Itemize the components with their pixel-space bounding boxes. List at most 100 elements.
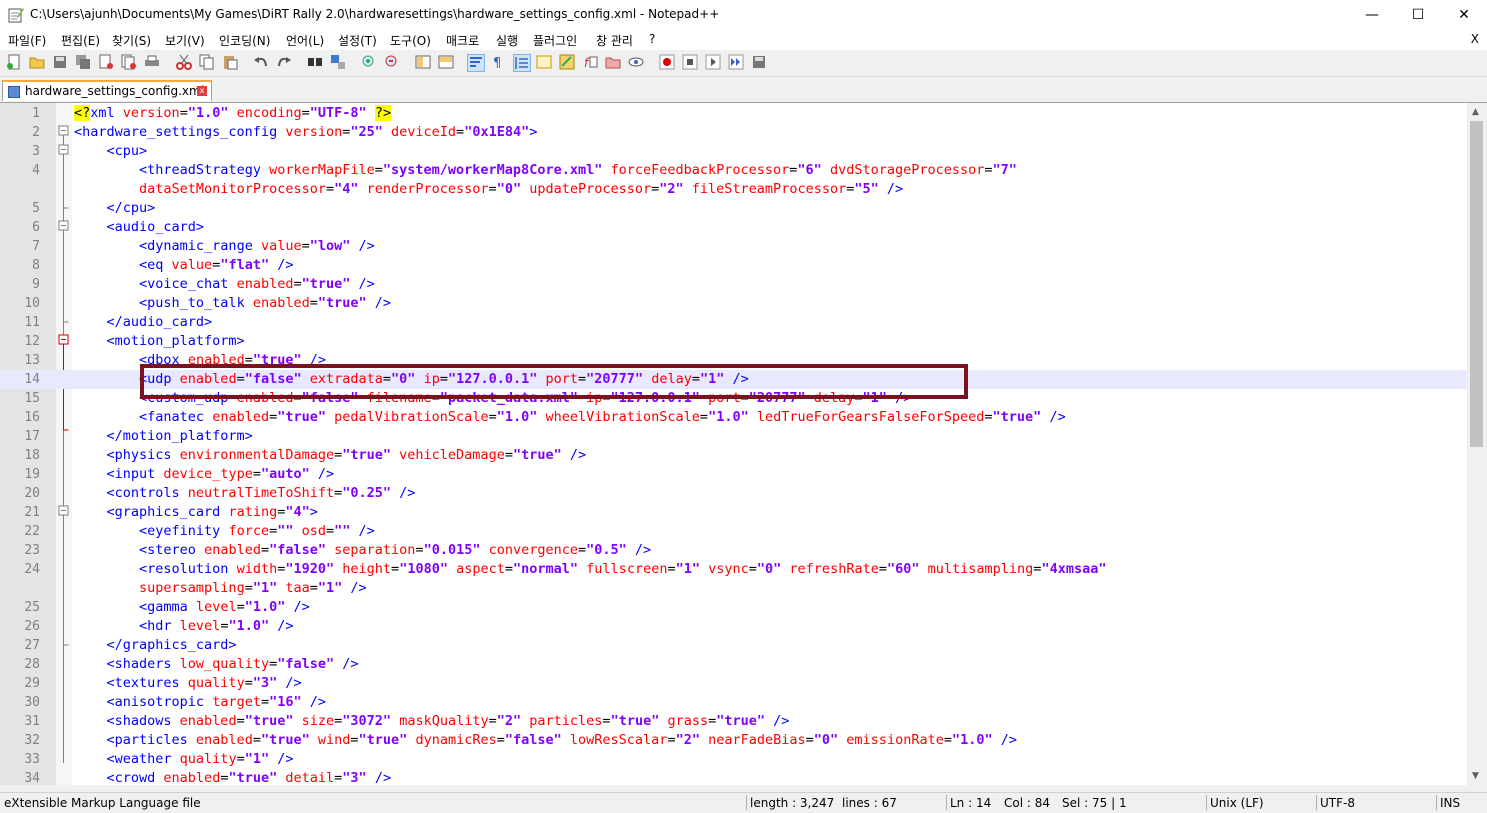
editor-line[interactable]: 3 <cpu> bbox=[0, 142, 1467, 161]
menu-view[interactable]: 보기(V) bbox=[165, 32, 205, 49]
menu-language[interactable]: 언어(L) bbox=[286, 32, 324, 49]
code-text[interactable]: <physics environmentalDamage="true" vehi… bbox=[74, 446, 587, 465]
show-all-characters-icon[interactable]: ¶ bbox=[490, 54, 506, 70]
document-map-icon[interactable] bbox=[559, 54, 575, 70]
editor-line[interactable]: 16 <fanatec enabled="true" pedalVibratio… bbox=[0, 408, 1467, 427]
code-text[interactable]: </motion_platform> bbox=[74, 427, 253, 446]
stop-macro-icon[interactable] bbox=[682, 54, 698, 70]
editor-line[interactable]: 22 <eyefinity force="" osd="" /> bbox=[0, 522, 1467, 541]
editor-line[interactable]: 18 <physics environmentalDamage="true" v… bbox=[0, 446, 1467, 465]
code-text[interactable]: </cpu> bbox=[74, 199, 156, 218]
editor-line[interactable]: 1 <?xml version="1.0" encoding="UTF-8" ?> bbox=[0, 104, 1467, 123]
code-text[interactable]: <crowd enabled="true" detail="3" /> bbox=[74, 769, 392, 785]
folder-workspace-icon[interactable] bbox=[605, 54, 621, 70]
editor-line[interactable]: 33 <weather quality="1" /> bbox=[0, 750, 1467, 769]
indent-guide-icon[interactable] bbox=[513, 54, 531, 72]
save-macro-icon[interactable] bbox=[751, 54, 767, 70]
close-all-icon[interactable] bbox=[121, 54, 137, 70]
editor-line[interactable]: 6 <audio_card> bbox=[0, 218, 1467, 237]
editor-line[interactable]: 12 <motion_platform> bbox=[0, 332, 1467, 351]
code-text[interactable]: <particles enabled="true" wind="true" dy… bbox=[74, 731, 1018, 750]
editor-line[interactable]: 21 <graphics_card rating="4"> bbox=[0, 503, 1467, 522]
editor-line[interactable]: 34 <crowd enabled="true" detail="3" /> bbox=[0, 769, 1467, 785]
editor-line[interactable]: dataSetMonitorProcessor="4" renderProces… bbox=[0, 180, 1467, 199]
code-text[interactable]: <shadows enabled="true" size="3072" mask… bbox=[74, 712, 790, 731]
sync-vertical-icon[interactable] bbox=[415, 54, 431, 70]
code-text[interactable]: <fanatec enabled="true" pedalVibrationSc… bbox=[74, 408, 1066, 427]
sync-horizontal-icon[interactable] bbox=[438, 54, 454, 70]
code-text[interactable]: <controls neutralTimeToShift="0.25" /> bbox=[74, 484, 416, 503]
editor-line[interactable]: 5 </cpu> bbox=[0, 199, 1467, 218]
code-text[interactable]: <textures quality="3" /> bbox=[74, 674, 302, 693]
code-text[interactable]: <threadStrategy workerMapFile="system/wo… bbox=[74, 161, 1017, 180]
zoom-out-icon[interactable] bbox=[384, 54, 400, 70]
code-text[interactable]: <anisotropic target="16" /> bbox=[74, 693, 327, 712]
tab-close-icon[interactable]: x bbox=[197, 86, 207, 96]
print-icon[interactable] bbox=[144, 54, 160, 70]
menu-settings[interactable]: 설정(T) bbox=[338, 32, 377, 49]
code-text[interactable]: <push_to_talk enabled="true" /> bbox=[74, 294, 391, 313]
monitoring-icon[interactable] bbox=[628, 54, 644, 70]
vertical-scrollbar[interactable]: ▲ ▼ bbox=[1467, 103, 1487, 785]
code-text[interactable]: <voice_chat enabled="true" /> bbox=[74, 275, 375, 294]
undo-icon[interactable] bbox=[253, 54, 269, 70]
editor-line[interactable]: 10 <push_to_talk enabled="true" /> bbox=[0, 294, 1467, 313]
minimize-button[interactable]: — bbox=[1349, 0, 1395, 30]
copy-icon[interactable] bbox=[199, 54, 215, 70]
code-text[interactable]: <graphics_card rating="4"> bbox=[74, 503, 318, 522]
editor-line[interactable]: 25 <gamma level="1.0" /> bbox=[0, 598, 1467, 617]
editor-line[interactable]: 7 <dynamic_range value="low" /> bbox=[0, 237, 1467, 256]
code-text[interactable]: </audio_card> bbox=[74, 313, 213, 332]
menu-run[interactable]: 실행 bbox=[496, 32, 518, 49]
code-text[interactable]: <input device_type="auto" /> bbox=[74, 465, 335, 484]
code-text[interactable]: </graphics_card> bbox=[74, 636, 237, 655]
close-document-button[interactable]: X bbox=[1471, 32, 1479, 46]
play-macro-icon[interactable] bbox=[705, 54, 721, 70]
editor-line[interactable]: 28 <shaders low_quality="false" /> bbox=[0, 655, 1467, 674]
code-text[interactable]: <gamma level="1.0" /> bbox=[74, 598, 310, 617]
menu-file[interactable]: 파일(F) bbox=[8, 32, 46, 49]
replace-icon[interactable] bbox=[330, 54, 346, 70]
editor-line[interactable]: 8 <eq value="flat" /> bbox=[0, 256, 1467, 275]
code-text[interactable]: <stereo enabled="false" separation="0.01… bbox=[74, 541, 651, 560]
editor-line[interactable]: 17 </motion_platform> bbox=[0, 427, 1467, 446]
code-text[interactable]: <dynamic_range value="low" /> bbox=[74, 237, 375, 256]
zoom-in-icon[interactable] bbox=[361, 54, 377, 70]
menu-tools[interactable]: 도구(O) bbox=[390, 32, 431, 49]
editor-line[interactable]: 29 <textures quality="3" /> bbox=[0, 674, 1467, 693]
save-icon[interactable] bbox=[52, 54, 68, 70]
horizontal-scrollbar[interactable] bbox=[0, 785, 1487, 792]
save-all-icon[interactable] bbox=[75, 54, 91, 70]
menu-help[interactable]: ? bbox=[649, 32, 655, 46]
cut-icon[interactable] bbox=[176, 54, 192, 70]
editor-line[interactable]: 11 </audio_card> bbox=[0, 313, 1467, 332]
editor-line[interactable]: supersampling="1" taa="1" /> bbox=[0, 579, 1467, 598]
editor-line[interactable]: 20 <controls neutralTimeToShift="0.25" /… bbox=[0, 484, 1467, 503]
editor-line[interactable]: 32 <particles enabled="true" wind="true"… bbox=[0, 731, 1467, 750]
editor-line[interactable]: 31 <shadows enabled="true" size="3072" m… bbox=[0, 712, 1467, 731]
code-text[interactable]: <eyefinity force="" osd="" /> bbox=[74, 522, 375, 541]
redo-icon[interactable] bbox=[276, 54, 292, 70]
menu-edit[interactable]: 편집(E) bbox=[61, 32, 100, 49]
code-text[interactable]: supersampling="1" taa="1" /> bbox=[74, 579, 367, 598]
code-text[interactable]: <hdr level="1.0" /> bbox=[74, 617, 293, 636]
editor-line[interactable]: 9 <voice_chat enabled="true" /> bbox=[0, 275, 1467, 294]
scrollbar-thumb[interactable] bbox=[1470, 121, 1483, 447]
close-file-icon[interactable] bbox=[98, 54, 114, 70]
code-text[interactable]: <weather quality="1" /> bbox=[74, 750, 294, 769]
code-text[interactable]: <audio_card> bbox=[74, 218, 205, 237]
code-text[interactable]: <motion_platform> bbox=[74, 332, 245, 351]
tab-hardware-settings-config[interactable]: hardware_settings_config.xml x bbox=[2, 80, 212, 101]
close-window-button[interactable]: ✕ bbox=[1441, 0, 1487, 30]
scroll-down-arrow-icon[interactable]: ▼ bbox=[1472, 771, 1479, 781]
code-text[interactable]: <resolution width="1920" height="1080" a… bbox=[74, 560, 1106, 579]
run-macro-multiple-icon[interactable] bbox=[728, 54, 744, 70]
maximize-button[interactable]: ☐ bbox=[1395, 0, 1441, 30]
udl-icon[interactable] bbox=[536, 54, 552, 70]
editor-line[interactable]: 27 </graphics_card> bbox=[0, 636, 1467, 655]
code-text[interactable]: <eq value="flat" /> bbox=[74, 256, 293, 275]
code-text[interactable]: <?xml version="1.0" encoding="UTF-8" ?> bbox=[74, 104, 392, 123]
find-icon[interactable] bbox=[307, 54, 323, 70]
menu-search[interactable]: 찾기(S) bbox=[112, 32, 151, 49]
menu-macro[interactable]: 매크로 bbox=[446, 32, 479, 49]
